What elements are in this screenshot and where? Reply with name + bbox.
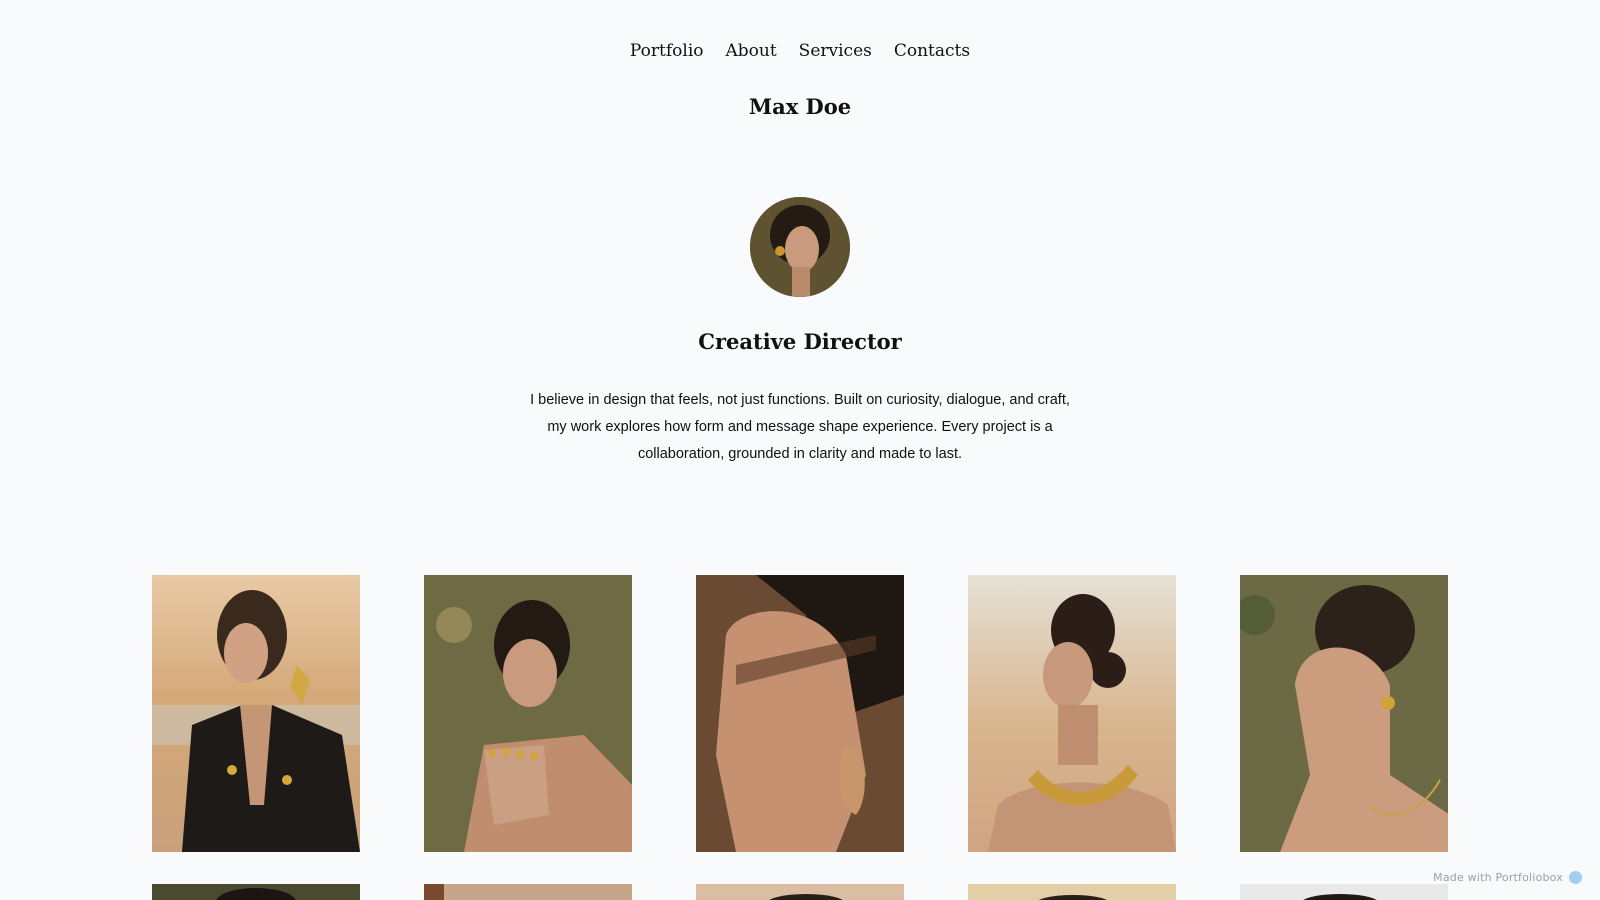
avatar (750, 197, 850, 297)
role-heading: Creative Director (698, 329, 902, 354)
portfolio-photo-gold-necklace[interactable] (968, 575, 1176, 852)
portfoliobox-badge[interactable]: Made with Portfoliobox (1433, 871, 1582, 884)
bio-text: I believe in design that feels, not just… (530, 392, 1070, 462)
main-nav: Portfolio About Services Contacts (0, 38, 1600, 64)
portfolio-photo-row2-1[interactable] (152, 884, 360, 900)
nav-item-portfolio[interactable]: Portfolio (619, 38, 715, 64)
portfolio-photo-row2-2[interactable] (424, 884, 632, 900)
nav-item-about[interactable]: About (714, 38, 787, 64)
portfolio-photo-beach-blazer[interactable] (152, 575, 360, 852)
badge-label: Made with Portfoliobox (1433, 871, 1563, 884)
nav-item-services[interactable]: Services (788, 38, 883, 64)
portfolio-photo-row2-4[interactable] (968, 884, 1176, 900)
portfolio-photo-rings-olive[interactable] (424, 575, 632, 852)
nav-item-contacts[interactable]: Contacts (883, 38, 981, 64)
portfolio-photo-earring-profile[interactable] (1240, 575, 1448, 852)
portfoliobox-logo-icon (1569, 871, 1582, 884)
portfolio-photo-row2-5[interactable] (1240, 884, 1448, 900)
site-title[interactable]: Max Doe (0, 92, 1600, 122)
portfolio-photo-shadow-profile[interactable] (696, 575, 904, 852)
portfolio-photo-row2-3[interactable] (696, 884, 904, 900)
